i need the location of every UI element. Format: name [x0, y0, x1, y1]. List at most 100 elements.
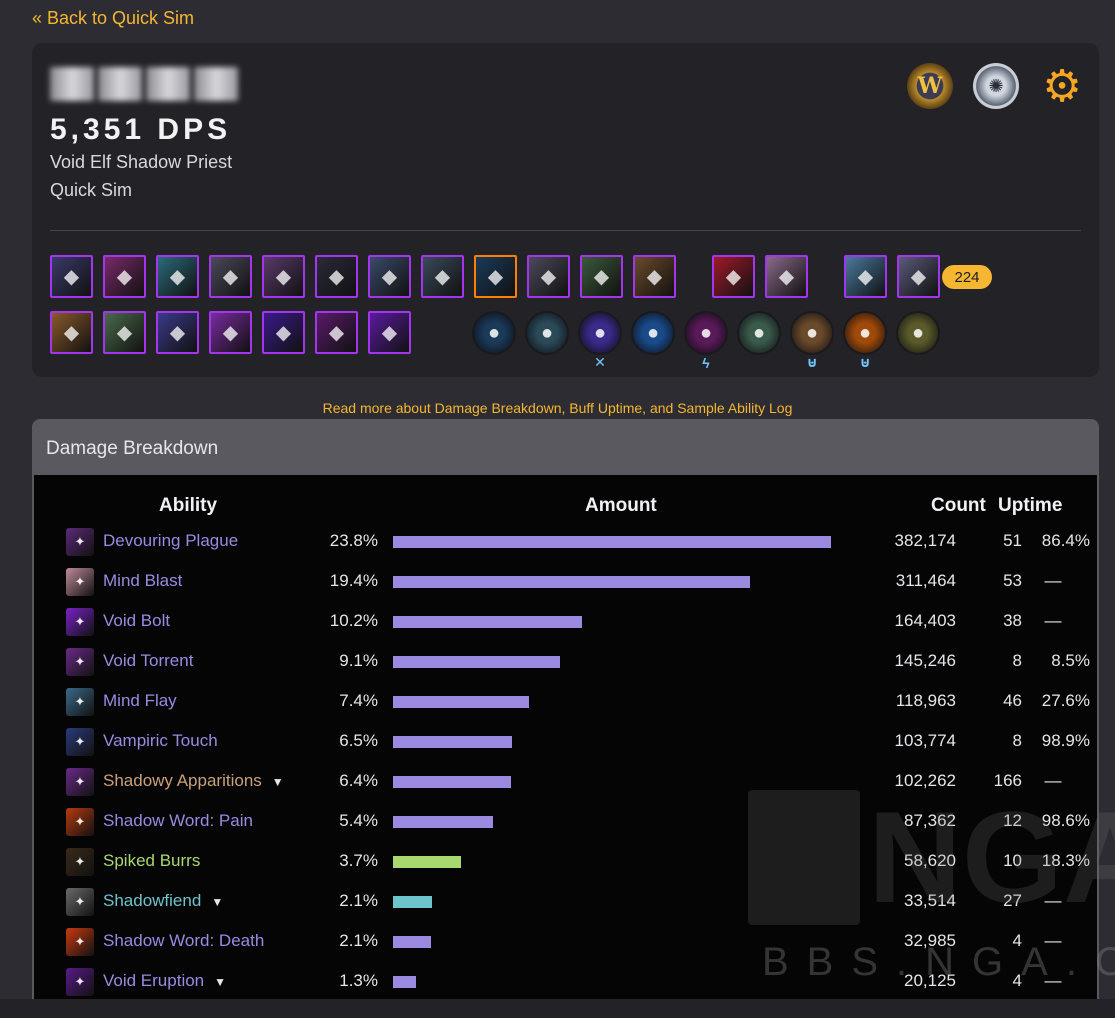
ability-name[interactable]: Mind Blast [103, 571, 182, 591]
damage-percent: 7.4% [339, 691, 378, 710]
soulbind-icon[interactable]: ◆ [50, 311, 93, 354]
damage-percent: 19.4% [329, 571, 378, 590]
flame-icon[interactable]: ◆ [209, 311, 252, 354]
ability-name[interactable]: Void Eruption ▼ [103, 971, 226, 991]
trinket2-icon[interactable]: ◆ [765, 255, 808, 298]
wolf-icon[interactable]: ● [631, 311, 675, 355]
damage-bar [393, 896, 432, 908]
belt-icon[interactable]: ◆ [421, 255, 464, 298]
claw-icon[interactable]: ◆ [315, 311, 358, 354]
uptime-value: — [1044, 971, 1062, 990]
eye-icon[interactable]: ● ϟ [684, 311, 728, 371]
raidbots-icon[interactable]: ✺ [973, 63, 1019, 109]
ability-name[interactable]: Vampiric Touch [103, 731, 218, 751]
ability-name[interactable]: Shadowy Apparitions ▼ [103, 771, 284, 791]
read-more-link[interactable]: Read more about Damage Breakdown, Buff U… [0, 400, 1115, 416]
back-to-quick-sim-link[interactable]: « Back to Quick Sim [32, 8, 194, 29]
ability-name[interactable]: Void Bolt [103, 611, 170, 631]
ability-name[interactable]: Mind Flay [103, 691, 177, 711]
table-row[interactable]: ✦ Vampiric Touch 6.5% 103,774 8 98.9% [34, 722, 1097, 762]
damage-breakdown-title: Damage Breakdown [46, 438, 219, 459]
boots-icon[interactable]: ◆ [527, 255, 570, 298]
damage-percent: 5.4% [339, 811, 378, 830]
table-row[interactable]: ✦ Mind Blast 19.4% 311,464 53 — [34, 562, 1097, 602]
ability-icon: ✦ [66, 568, 94, 596]
chest-icon[interactable]: ◆ [262, 255, 305, 298]
damage-bar [393, 936, 431, 948]
soulbind-row: ◆ ◆ ◆ ◆ ◆ ◆ ◆ [50, 311, 411, 354]
ability-name[interactable]: Shadow Word: Pain [103, 811, 253, 831]
orb-icon[interactable]: ◆ [156, 311, 199, 354]
wow-armory-icon[interactable]: W [907, 63, 953, 109]
ability-name[interactable]: Shadow Word: Death [103, 931, 264, 951]
damage-amount: 118,963 [895, 691, 956, 710]
table-row[interactable]: ✦ Devouring Plague 23.8% 382,174 51 86.4% [34, 522, 1097, 562]
face-icon[interactable]: ● ⊎ [790, 311, 834, 370]
ability-name[interactable]: Spiked Burrs [103, 851, 200, 871]
damage-breakdown-table: Ability Amount Count Uptime ✦ Devouring P… [34, 475, 1097, 999]
table-row[interactable]: ✦ Shadowfiend ▼ 2.1% 33,514 27 — [34, 882, 1097, 922]
talent-badge-icon: ϟ [702, 355, 710, 371]
expand-caret-icon[interactable]: ▼ [211, 895, 223, 909]
swirl-icon[interactable]: ● [472, 311, 516, 355]
hood-icon[interactable]: ◆ [50, 255, 93, 298]
expand-caret-icon[interactable]: ▼ [214, 975, 226, 989]
table-row[interactable]: ✦ Void Torrent 9.1% 145,246 8 8.5% [34, 642, 1097, 682]
table-row[interactable]: ✦ Shadow Word: Pain 5.4% 87,362 12 98.6% [34, 802, 1097, 842]
shadow-icon[interactable]: ● ✕ [578, 311, 622, 370]
ring-icon[interactable]: ◆ [580, 255, 623, 298]
header-amount[interactable]: Amount [585, 495, 657, 517]
ability-name[interactable]: Devouring Plague [103, 531, 238, 551]
neck-icon[interactable]: ◆ [103, 255, 146, 298]
damage-bar [393, 816, 493, 828]
ability-icon: ✦ [66, 728, 94, 756]
uptime-value: 27.6% [1041, 691, 1090, 710]
bracers-icon[interactable]: ◆ [315, 255, 358, 298]
ability-icon: ✦ [66, 888, 94, 916]
cloak-icon[interactable]: ◆ [209, 255, 252, 298]
cast-count: 38 [1003, 611, 1022, 630]
damage-amount: 102,262 [894, 771, 956, 790]
uptime-value: 86.4% [1041, 531, 1090, 550]
trinket-icon[interactable]: ◆ [712, 255, 755, 298]
header-count[interactable]: Count [931, 495, 986, 517]
damage-percent: 1.3% [339, 971, 378, 990]
header-uptime[interactable]: Uptime [998, 495, 1062, 517]
legs-icon[interactable]: ◆ [474, 255, 517, 298]
damage-bar [393, 736, 512, 748]
table-row[interactable]: ✦ Shadowy Apparitions ▼ 6.4% 102,262 166 — [34, 762, 1097, 802]
gloves-icon[interactable]: ◆ [368, 255, 411, 298]
damage-bar [393, 976, 416, 988]
damage-amount: 103,774 [894, 731, 956, 750]
sim-type: Quick Sim [50, 180, 133, 200]
claws-icon[interactable]: ● [737, 311, 781, 355]
gear-logo-icon[interactable]: ⚙ [1039, 62, 1085, 111]
leaf-icon[interactable]: ● [525, 311, 569, 355]
damage-percent: 3.7% [339, 851, 378, 870]
table-row[interactable]: ✦ Void Bolt 10.2% 164,403 38 — [34, 602, 1097, 642]
expand-caret-icon[interactable]: ▼ [272, 775, 284, 789]
ability-name[interactable]: Void Torrent [103, 651, 193, 671]
fire-icon[interactable]: ● ⊎ [843, 311, 887, 370]
ring2-icon[interactable]: ◆ [633, 255, 676, 298]
header-ability[interactable]: Ability [159, 495, 217, 517]
cast-count: 4 [1012, 931, 1022, 950]
offhand-icon[interactable]: ◆ [897, 255, 940, 298]
bottom-strip [0, 999, 1115, 1018]
uptime-value: — [1044, 931, 1062, 950]
damage-bar [393, 656, 560, 668]
conduit-icon[interactable]: ◆ [103, 311, 146, 354]
bolt-icon[interactable]: ◆ [368, 311, 411, 354]
ability-name[interactable]: Shadowfiend ▼ [103, 891, 223, 911]
table-row[interactable]: ✦ Mind Flay 7.4% 118,963 46 27.6% [34, 682, 1097, 722]
table-row[interactable]: ✦ Shadow Word: Death 2.1% 32,985 4 — [34, 922, 1097, 962]
ability-icon: ✦ [66, 808, 94, 836]
table-row[interactable]: ✦ Spiked Burrs 3.7% 58,620 10 18.3% [34, 842, 1097, 882]
table-row[interactable]: ✦ Void Eruption ▼ 1.3% 20,125 4 — [34, 962, 1097, 999]
character-spec: Void Elf Shadow Priest [50, 152, 233, 172]
shoulder-icon[interactable]: ◆ [156, 255, 199, 298]
gun-icon[interactable]: ● [896, 311, 940, 355]
damage-percent: 23.8% [329, 531, 378, 550]
weapon-icon[interactable]: ◆ [844, 255, 887, 298]
void-icon[interactable]: ◆ [262, 311, 305, 354]
